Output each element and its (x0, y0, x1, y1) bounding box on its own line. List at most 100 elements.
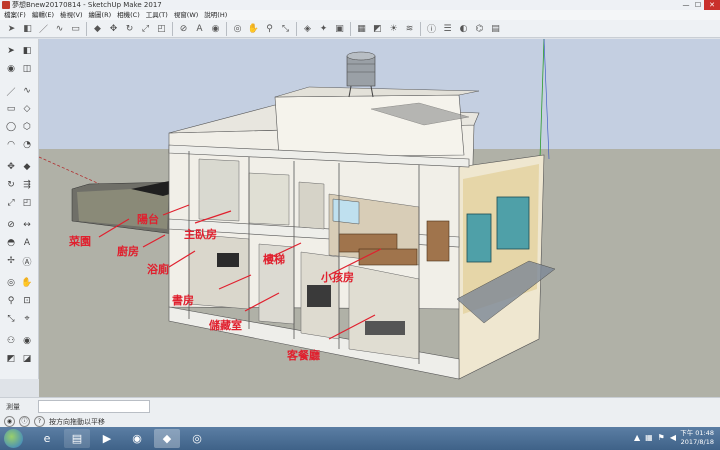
menu-file[interactable]: 檔案(F) (4, 10, 26, 20)
rotate-tool-icon[interactable]: ↻ (122, 21, 137, 36)
bed-2 (358, 248, 418, 266)
walk-icon[interactable]: ⚇ (3, 333, 19, 349)
3d-text-icon[interactable]: Ⓐ (19, 253, 35, 269)
dimension-icon[interactable]: ↔ (19, 217, 35, 233)
text-tool-icon[interactable]: A (192, 21, 207, 36)
zoom-ext-icon[interactable]: ⤡ (3, 311, 19, 327)
label-stairs: 樓梯 (263, 253, 285, 266)
shadows-icon[interactable]: ☀ (386, 21, 401, 36)
other-app-icon[interactable]: ◎ (184, 429, 210, 448)
zoom-tool-icon[interactable]: ⚲ (3, 293, 19, 309)
look-around-icon[interactable]: ◉ (19, 333, 35, 349)
scale-icon[interactable]: ⤢ (3, 195, 19, 211)
tray-network-icon[interactable]: ▦ (645, 433, 653, 442)
rect-icon[interactable]: ▭ (3, 101, 19, 117)
rotate-icon[interactable]: ↻ (3, 177, 19, 193)
media-player-icon[interactable]: ▶ (94, 429, 120, 448)
orbit-tool-icon[interactable]: ◎ (3, 275, 19, 291)
offset-tool-icon[interactable]: ◰ (154, 21, 169, 36)
freehand-icon[interactable]: ∿ (52, 21, 67, 36)
outliner-icon[interactable]: ⌬ (472, 21, 487, 36)
select-tool-icon[interactable]: ➤ (4, 21, 19, 36)
rectangle-tool-icon[interactable]: ▭ (68, 21, 83, 36)
position-camera-icon[interactable]: ⌖ (19, 311, 35, 327)
label-bathroom: 浴廁 (147, 263, 169, 276)
section-plane-icon[interactable]: ◩ (370, 21, 385, 36)
menu-window[interactable]: 視窗(W) (174, 10, 199, 20)
warehouse-icon[interactable]: ◈ (300, 21, 315, 36)
window-right-1 (466, 213, 492, 263)
sketchup-taskbar-icon[interactable]: ◆ (154, 429, 180, 448)
main-toolbar: ➤ ◧ ／ ∿ ▭ ◆ ✥ ↻ ⤢ ◰ ⊘ A ◉ ◎ ✋ ⚲ ⤡ ◈ ✦ ▣ … (0, 20, 720, 38)
display-section-icon[interactable]: ◪ (19, 351, 35, 367)
erase-icon[interactable]: ◫ (19, 61, 35, 77)
menu-edit[interactable]: 編輯(E) (32, 10, 54, 20)
tray-flag-icon[interactable]: ⚑ (658, 433, 665, 442)
scale-tool-icon[interactable]: ⤢ (138, 21, 153, 36)
follow-me-icon[interactable]: ⇶ (19, 177, 35, 193)
scenes-icon[interactable]: ▤ (488, 21, 503, 36)
menu-help[interactable]: 說明(H) (204, 10, 227, 20)
line-icon[interactable]: ／ (3, 83, 19, 99)
label-kids-room: 小孩房 (321, 271, 354, 284)
help-icon[interactable]: ? (34, 416, 45, 427)
line-tool-icon[interactable]: ／ (36, 21, 51, 36)
section-icon[interactable]: ◩ (3, 351, 19, 367)
status-hint: 按方向拖動以平移 (49, 417, 105, 426)
start-button[interactable] (4, 429, 23, 448)
orbit-icon[interactable]: ◎ (230, 21, 245, 36)
tray-up-icon[interactable]: ▲ (634, 433, 640, 442)
paint-bucket-icon[interactable]: ◉ (208, 21, 223, 36)
menu-view[interactable]: 檢視(V) (60, 10, 83, 20)
maximize-button[interactable]: ☐ (692, 0, 704, 10)
zoom-extents-icon[interactable]: ⤡ (278, 21, 293, 36)
tray-volume-icon[interactable]: ◀ (670, 433, 676, 442)
make-component-icon[interactable]: ◧ (19, 43, 35, 59)
menu-draw[interactable]: 繪圖(R) (89, 10, 112, 20)
circle-icon[interactable]: ◯ (3, 119, 19, 135)
tape-measure-icon[interactable]: ⊘ (176, 21, 191, 36)
paint-icon[interactable]: ◉ (3, 61, 19, 77)
chrome-icon[interactable]: ◉ (124, 429, 150, 448)
fog-icon[interactable]: ≋ (402, 21, 417, 36)
push-pull-icon[interactable]: ◆ (90, 21, 105, 36)
pan-tool-icon[interactable]: ✋ (19, 275, 35, 291)
axes-icon[interactable]: ✢ (3, 253, 19, 269)
ie-icon[interactable]: e (34, 429, 60, 448)
minimize-button[interactable]: — (680, 0, 692, 10)
extension-icon[interactable]: ✦ (316, 21, 331, 36)
model-viewport[interactable]: 菜園 陽台 廚房 主臥房 浴廁 樓梯 小孩房 書房 儲藏室 客餐廳 (39, 39, 720, 397)
sandbox-icon[interactable]: ▦ (354, 21, 369, 36)
close-button[interactable]: ✕ (704, 0, 720, 10)
text-icon[interactable]: A (19, 235, 35, 251)
left-toolbar: ➤ ◧ ◉ ◫ ／ ∿ ▭ ◇ ◯ ⬡ ◠ ◔ ✥ ◆ ↻ ⇶ ⤢ ◰ ⊘ ↔ … (0, 39, 39, 379)
freehand-draw-icon[interactable]: ∿ (19, 83, 35, 99)
styles-icon[interactable]: ◐ (456, 21, 471, 36)
eraser-icon[interactable]: ◧ (20, 21, 35, 36)
arc-icon[interactable]: ◠ (3, 137, 19, 153)
layers-icon[interactable]: ☰ (440, 21, 455, 36)
pie-icon[interactable]: ◔ (19, 137, 35, 153)
offset-icon[interactable]: ◰ (19, 195, 35, 211)
tape-icon[interactable]: ⊘ (3, 217, 19, 233)
credits-icon[interactable]: ⓘ (19, 416, 30, 427)
pushpull-icon[interactable]: ◆ (19, 159, 35, 175)
move-tool-icon[interactable]: ✥ (106, 21, 121, 36)
polygon-icon[interactable]: ⬡ (19, 119, 35, 135)
components-icon[interactable]: ▣ (332, 21, 347, 36)
measurements-input[interactable] (38, 400, 150, 413)
zoom-icon[interactable]: ⚲ (262, 21, 277, 36)
file-explorer-icon[interactable]: ▤ (64, 429, 90, 448)
menu-tools[interactable]: 工具(T) (146, 10, 168, 20)
protractor-icon[interactable]: ◓ (3, 235, 19, 251)
menu-camera[interactable]: 相機(C) (117, 10, 140, 20)
move-icon[interactable]: ✥ (3, 159, 19, 175)
select-icon[interactable]: ➤ (3, 43, 19, 59)
rotated-rect-icon[interactable]: ◇ (19, 101, 35, 117)
pan-icon[interactable]: ✋ (246, 21, 261, 36)
living-room-interior (348, 264, 420, 360)
zoom-window-icon[interactable]: ⊡ (19, 293, 35, 309)
tray-clock[interactable]: 下午 01:48 2017/8/18 (680, 429, 714, 447)
geo-location-icon[interactable]: ◉ (4, 416, 15, 427)
model-info-icon[interactable]: ⓘ (424, 21, 439, 36)
